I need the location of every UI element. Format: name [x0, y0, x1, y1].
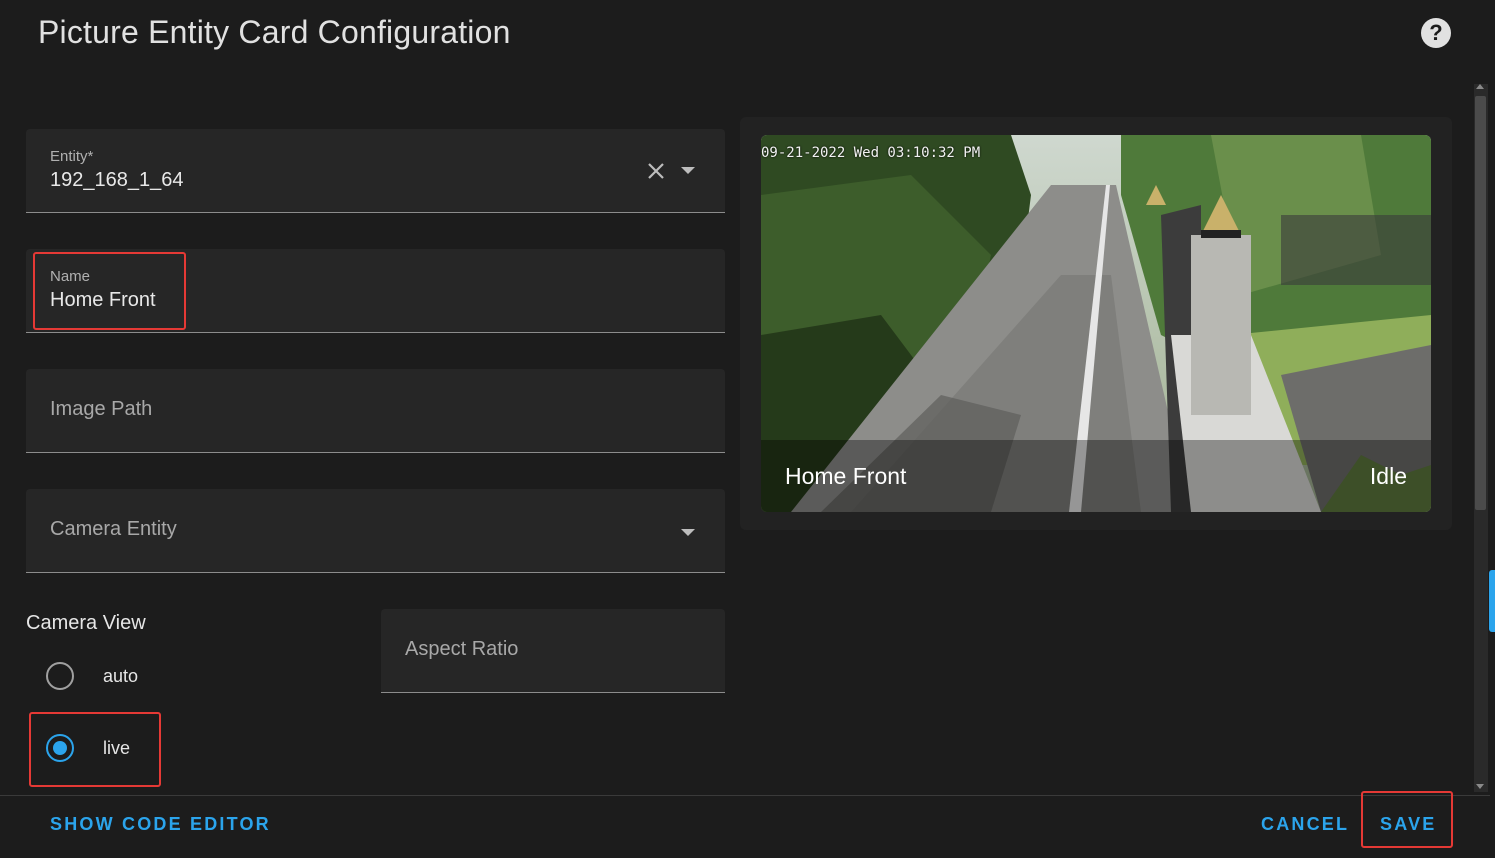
- entity-field[interactable]: Entity* 192_168_1_64: [26, 129, 725, 213]
- name-field[interactable]: Name Home Front: [26, 249, 725, 333]
- preview-entity-name: Home Front: [785, 463, 907, 489]
- card-preview: 09-21-2022 Wed 03:10:32 PM Home Front Id…: [740, 117, 1452, 530]
- radio-live-label: live: [103, 738, 131, 758]
- camera-timestamp: 09-21-2022 Wed 03:10:32 PM: [761, 145, 981, 161]
- chevron-down-icon[interactable]: [680, 163, 696, 179]
- card-config-dialog: Picture Entity Card Configuration ? Enti…: [0, 0, 1490, 857]
- cancel-button[interactable]: CANCEL: [1261, 814, 1349, 835]
- radio-auto-label: auto: [103, 666, 139, 686]
- camera-entity-placeholder: Camera Entity: [50, 518, 177, 540]
- camera-view-label: Camera View: [26, 612, 146, 634]
- dialog-title: Picture Entity Card Configuration: [38, 14, 511, 50]
- name-field-value: Home Front: [50, 289, 156, 311]
- camera-image[interactable]: 09-21-2022 Wed 03:10:32 PM Home Front Id…: [761, 135, 1431, 512]
- name-field-label: Name: [50, 268, 91, 285]
- preview-entity-state: Idle: [1369, 463, 1407, 489]
- image-path-field[interactable]: Image Path: [26, 369, 725, 453]
- edge-accent-bar: [1489, 570, 1495, 632]
- camera-entity-field[interactable]: Camera Entity: [26, 489, 725, 573]
- scroll-down-arrow-icon[interactable]: [1476, 784, 1484, 789]
- scrollbar-thumb[interactable]: [1475, 96, 1486, 510]
- chevron-down-icon[interactable]: [680, 525, 696, 541]
- entity-field-value: 192_168_1_64: [50, 169, 184, 191]
- save-button[interactable]: SAVE: [1380, 814, 1436, 835]
- help-circle-icon[interactable]: ?: [1421, 18, 1451, 48]
- close-icon[interactable]: [644, 159, 668, 183]
- camera-footer-bar: Home Front Idle: [761, 440, 1431, 512]
- show-code-editor-button[interactable]: SHOW CODE EDITOR: [50, 814, 271, 835]
- aspect-ratio-field[interactable]: Aspect Ratio: [381, 609, 725, 693]
- dialog-footer: SHOW CODE EDITOR CANCEL SAVE: [0, 795, 1490, 858]
- scroll-up-arrow-icon[interactable]: [1476, 84, 1484, 89]
- radio-auto-button[interactable]: [46, 662, 74, 690]
- image-path-placeholder: Image Path: [50, 398, 153, 420]
- entity-field-label: Entity*: [50, 148, 94, 165]
- aspect-ratio-placeholder: Aspect Ratio: [405, 638, 519, 660]
- radio-live-button[interactable]: [46, 734, 74, 762]
